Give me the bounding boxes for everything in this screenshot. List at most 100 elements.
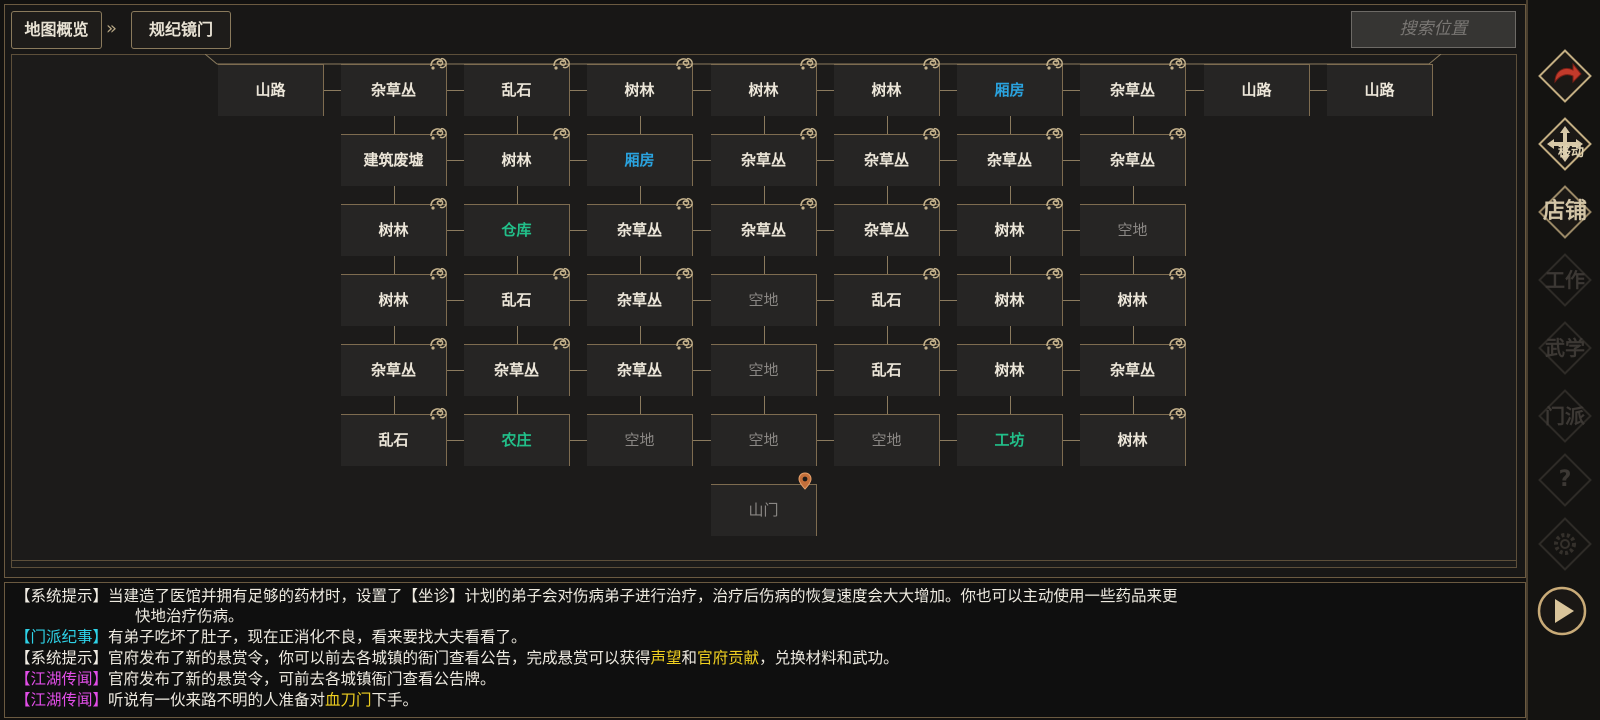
resource-swirl-icon bbox=[1044, 124, 1066, 142]
tile-connector bbox=[817, 230, 834, 231]
map-tile[interactable]: 山路 bbox=[218, 64, 324, 116]
map-tile[interactable]: 乱石 bbox=[834, 337, 940, 396]
map-tile[interactable]: 山路 bbox=[1327, 64, 1433, 116]
map-tile-label: 空地 bbox=[748, 291, 779, 309]
resource-swirl-icon bbox=[428, 194, 450, 212]
tile-connector bbox=[817, 370, 834, 371]
map-tile[interactable]: 山门 bbox=[711, 484, 817, 536]
tile-connector bbox=[1010, 256, 1011, 274]
tile-connector bbox=[693, 300, 711, 301]
map-tile[interactable]: 杂草丛 bbox=[711, 127, 817, 186]
map-tile[interactable]: 树林 bbox=[341, 267, 447, 326]
map-tile[interactable]: 杂草丛 bbox=[834, 127, 940, 186]
tile-connector bbox=[940, 230, 957, 231]
map-tile[interactable]: 树林 bbox=[341, 197, 447, 256]
map-tile[interactable]: 杂草丛 bbox=[711, 197, 817, 256]
settings-button[interactable] bbox=[1537, 516, 1593, 572]
map-tile-label: 工坊 bbox=[994, 431, 1025, 449]
map-tile-label: 农庄 bbox=[501, 431, 532, 449]
map-tile[interactable]: 空地 bbox=[1080, 204, 1186, 256]
shop-button[interactable]: 店铺 bbox=[1537, 184, 1593, 240]
resource-swirl-icon bbox=[674, 334, 696, 352]
map-tile[interactable]: 树林 bbox=[834, 57, 940, 116]
tile-connector bbox=[394, 186, 395, 204]
tile-connector bbox=[817, 160, 834, 161]
map-tile[interactable]: 乱石 bbox=[834, 267, 940, 326]
map-tile[interactable]: 杂草丛 bbox=[587, 197, 693, 256]
map-tile[interactable]: 杂草丛 bbox=[957, 127, 1063, 186]
map-tile[interactable]: 杂草丛 bbox=[341, 337, 447, 396]
map-tile[interactable]: 空地 bbox=[711, 274, 817, 326]
martial-arts-button[interactable]: 武学 bbox=[1537, 320, 1593, 376]
map-tile[interactable]: 工坊 bbox=[957, 414, 1063, 466]
resource-swirl-icon bbox=[551, 334, 573, 352]
map-tile-label: 树林 bbox=[994, 221, 1025, 239]
map-tile[interactable]: 乱石 bbox=[464, 57, 570, 116]
map-tile[interactable]: 山路 bbox=[1204, 64, 1310, 116]
map-tile[interactable]: 树林 bbox=[1080, 267, 1186, 326]
map-tile[interactable]: 树林 bbox=[957, 267, 1063, 326]
tile-connector bbox=[817, 440, 834, 441]
resource-swirl-icon bbox=[921, 124, 943, 142]
map-tile[interactable]: 树林 bbox=[464, 127, 570, 186]
map-tile-label: 乱石 bbox=[501, 81, 532, 99]
tile-connector bbox=[817, 90, 834, 91]
map-tile-label: 树林 bbox=[1117, 431, 1148, 449]
tile-connector bbox=[447, 160, 464, 161]
map-tile-label: 杂草丛 bbox=[1109, 151, 1155, 169]
map-tile[interactable]: 杂草丛 bbox=[464, 337, 570, 396]
log-line-sect: 【门派纪事】有弟子吃坏了肚子，现在正消化不良，看来要找大夫看看了。 bbox=[15, 627, 527, 647]
map-tile[interactable]: 杂草丛 bbox=[1080, 57, 1186, 116]
tile-connector bbox=[1063, 230, 1080, 231]
map-tile[interactable]: 空地 bbox=[711, 344, 817, 396]
map-tile[interactable]: 厢房 bbox=[587, 134, 693, 186]
tile-connector bbox=[394, 116, 395, 134]
resource-swirl-icon bbox=[1167, 334, 1189, 352]
map-tile[interactable]: 杂草丛 bbox=[1080, 127, 1186, 186]
map-tile[interactable]: 树林 bbox=[711, 57, 817, 116]
tile-connector bbox=[570, 230, 587, 231]
map-tile[interactable]: 建筑废墟 bbox=[341, 127, 447, 186]
map-tile[interactable]: 杂草丛 bbox=[834, 197, 940, 256]
work-button[interactable]: 工作 bbox=[1537, 252, 1593, 308]
map-tile[interactable]: 仓库 bbox=[464, 204, 570, 256]
log-line-rumor-1: 【江湖传闻】官府发布了新的悬赏令，可前去各城镇衙门查看公告牌。 bbox=[15, 669, 496, 689]
map-tile[interactable]: 乱石 bbox=[341, 407, 447, 466]
log-highlight: 血刀门 bbox=[325, 691, 372, 709]
log-text: 和 bbox=[681, 649, 698, 667]
map-tile[interactable]: 厢房 bbox=[957, 57, 1063, 116]
map-tile-label: 乱石 bbox=[871, 291, 902, 309]
map-tile-label: 空地 bbox=[748, 361, 779, 379]
play-icon[interactable] bbox=[1536, 585, 1588, 637]
map-tile-label: 空地 bbox=[624, 431, 655, 449]
move-button[interactable]: 移动 bbox=[1537, 116, 1593, 172]
map-tile-label: 山路 bbox=[255, 81, 286, 99]
tile-connector bbox=[447, 440, 464, 441]
map-tile[interactable]: 农庄 bbox=[464, 414, 570, 466]
resource-swirl-icon bbox=[428, 404, 450, 422]
log-text: 有弟子吃坏了肚子，现在正消化不良，看来要找大夫看看了。 bbox=[108, 628, 527, 646]
log-highlight: 声望 bbox=[650, 649, 682, 667]
map-tile[interactable]: 杂草丛 bbox=[587, 337, 693, 396]
map-tile[interactable]: 树林 bbox=[1080, 407, 1186, 466]
tile-connector bbox=[447, 370, 464, 371]
map-tile[interactable]: 杂草丛 bbox=[587, 267, 693, 326]
sect-button[interactable]: 门派 bbox=[1537, 388, 1593, 444]
map-tile[interactable]: 树林 bbox=[957, 197, 1063, 256]
return-button[interactable] bbox=[1537, 48, 1593, 104]
map-tile-label: 乱石 bbox=[378, 431, 409, 449]
resource-swirl-icon bbox=[1167, 404, 1189, 422]
map-tile[interactable]: 杂草丛 bbox=[341, 57, 447, 116]
map-tile[interactable]: 树林 bbox=[957, 337, 1063, 396]
help-button[interactable]: ? bbox=[1537, 452, 1593, 508]
map-tile[interactable]: 乱石 bbox=[464, 267, 570, 326]
map-tile[interactable]: 空地 bbox=[834, 414, 940, 466]
map-tile[interactable]: 树林 bbox=[587, 57, 693, 116]
map-tile[interactable]: 杂草丛 bbox=[1080, 337, 1186, 396]
resource-swirl-icon bbox=[674, 264, 696, 282]
tile-connector bbox=[887, 326, 888, 344]
map-tile[interactable]: 空地 bbox=[587, 414, 693, 466]
tile-connector bbox=[517, 116, 518, 134]
resource-swirl-icon bbox=[428, 54, 450, 72]
map-tile[interactable]: 空地 bbox=[711, 414, 817, 466]
